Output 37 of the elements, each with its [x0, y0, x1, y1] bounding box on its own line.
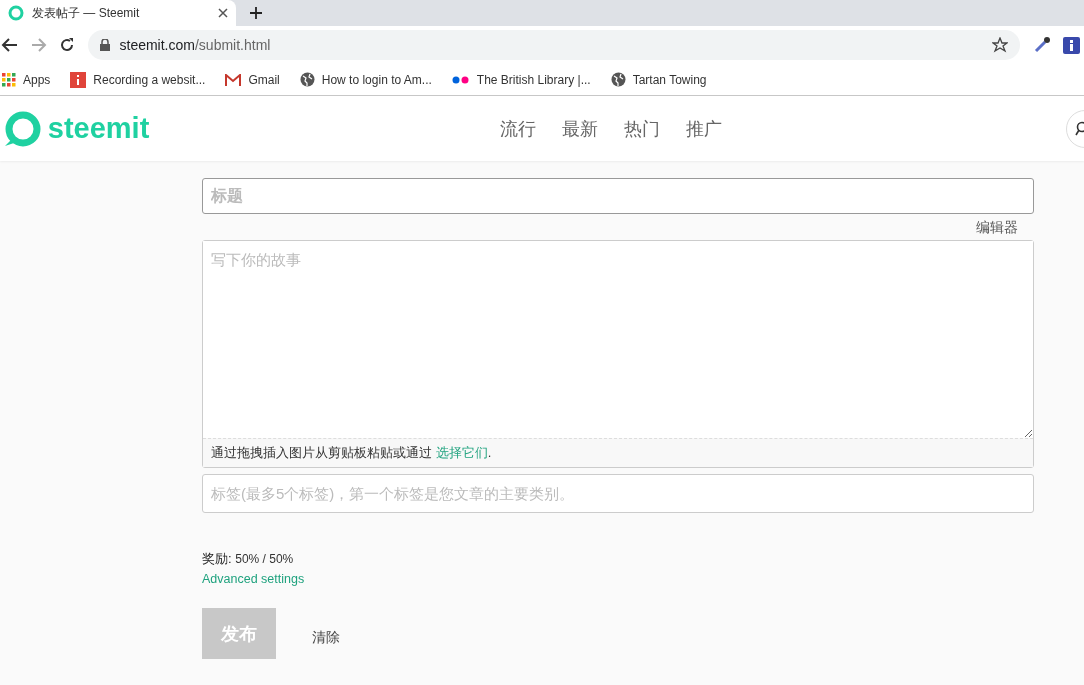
bookmark-icon — [70, 71, 87, 88]
back-icon[interactable] — [0, 37, 18, 53]
reward-label: 奖励: — [202, 551, 232, 566]
nav-link[interactable]: 热门 — [624, 115, 660, 142]
bookmark-link[interactable]: Gmail — [225, 70, 280, 89]
upload-hint: 通过拖拽插入图片从剪贴板粘贴或通过 选择它们. — [203, 438, 1033, 467]
address-bar[interactable]: steemit.com/submit.html — [87, 30, 1020, 60]
search-icon — [1075, 121, 1084, 137]
globe-icon — [610, 72, 626, 87]
browser-tab[interactable]: 发表帖子 — Steemit — [0, 0, 236, 26]
story-field[interactable]: 写下你的故事 通过拖拽插入图片从剪贴板粘贴或通过 选择它们. — [202, 240, 1034, 468]
reward-value: 50% / 50% — [235, 552, 294, 566]
close-icon[interactable] — [218, 8, 228, 18]
bookmark-link[interactable]: Apps — [2, 70, 51, 89]
steemit-logo-icon — [3, 109, 42, 148]
bookmark-link[interactable]: Recording a websit... — [70, 70, 206, 89]
nav-link[interactable]: 流行 — [500, 115, 536, 142]
apps-grid-icon — [2, 72, 16, 87]
eyedropper-icon[interactable] — [1032, 36, 1051, 54]
nav-link[interactable]: 推广 — [686, 115, 722, 142]
bookmark-link[interactable]: How to login to Am... — [299, 70, 432, 89]
mail-icon — [225, 73, 242, 86]
clear-link[interactable]: 清除 — [312, 627, 340, 649]
new-tab-icon[interactable] — [250, 7, 262, 19]
lock-icon — [99, 39, 110, 51]
bookmark-link[interactable]: Tartan Towing — [610, 70, 707, 89]
bookmark-link[interactable]: The British Library |... — [451, 70, 591, 89]
info-icon[interactable] — [1063, 36, 1080, 54]
title-field[interactable]: 标题 — [202, 178, 1034, 214]
two-dots-icon — [451, 75, 470, 84]
editor-toggle-link[interactable]: 编辑器 — [976, 219, 1018, 235]
steemit-logo-icon — [8, 5, 24, 21]
tab-title: 发表帖子 — Steemit — [32, 5, 141, 22]
star-icon[interactable] — [992, 37, 1008, 53]
reload-icon[interactable] — [59, 37, 75, 53]
globe-icon — [299, 72, 315, 87]
nav-link[interactable]: 最新 — [562, 115, 598, 142]
